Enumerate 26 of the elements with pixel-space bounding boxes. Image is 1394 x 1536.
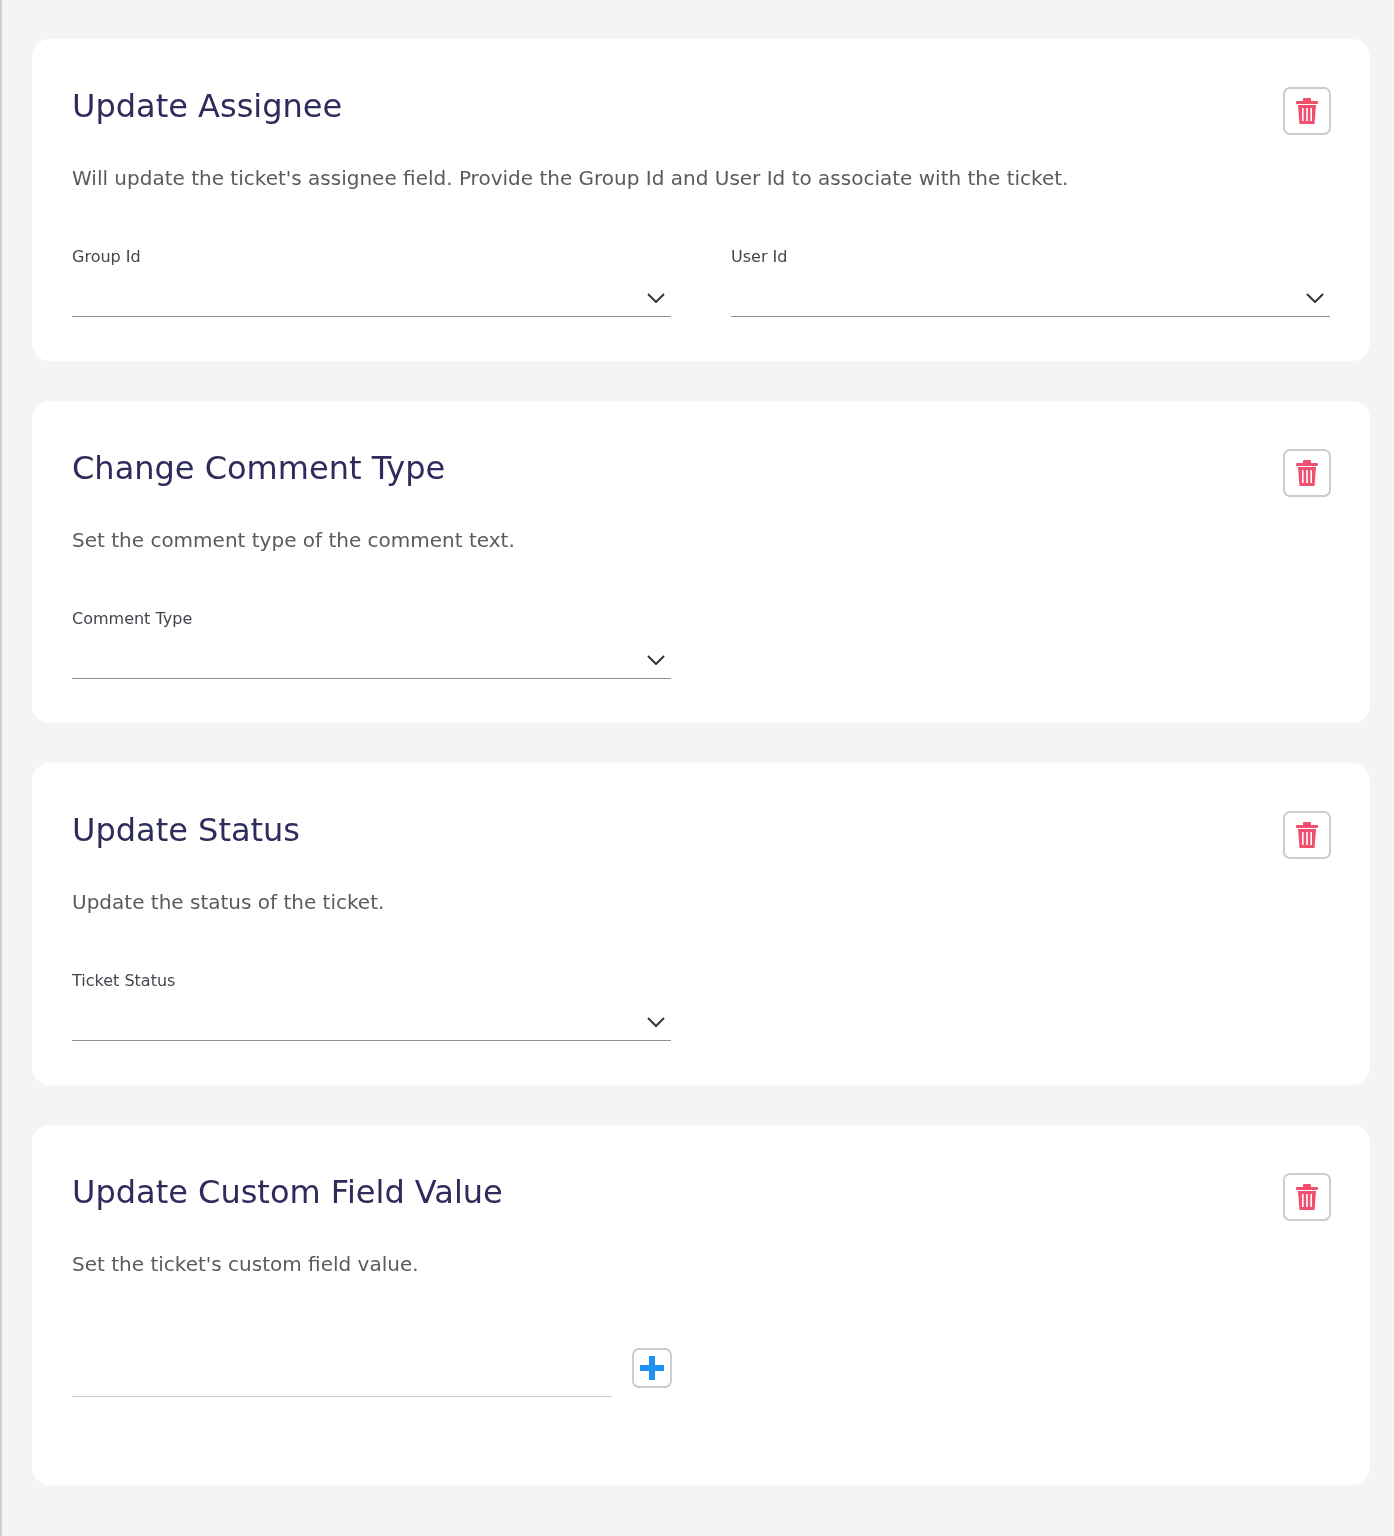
chevron-down-icon (1306, 292, 1324, 303)
field-label: User Id (731, 246, 789, 268)
card-title: Update Status (72, 811, 301, 850)
field-label: Comment Type (72, 608, 194, 630)
card-description: Set the ticket's custom field value. (72, 1251, 420, 1278)
card-title: Update Assignee (72, 87, 343, 126)
trash-icon (1296, 822, 1318, 848)
delete-button[interactable] (1283, 449, 1331, 497)
trash-icon (1296, 98, 1318, 124)
card-description: Will update the ticket's assignee field. Provide the Group Id and User Id to associate with the ticket. (72, 165, 1070, 192)
card-title: Update Custom Field Value (72, 1173, 503, 1212)
delete-button[interactable] (1283, 1173, 1331, 1221)
add-button[interactable] (632, 1348, 672, 1388)
card-description: Update the status of the ticket. (72, 889, 386, 916)
delete-button[interactable] (1283, 87, 1331, 135)
chevron-down-icon (647, 292, 665, 303)
field-label: Group Id (72, 246, 142, 268)
chevron-down-icon (647, 654, 665, 665)
card-title: Change Comment Type (72, 449, 446, 488)
delete-button[interactable] (1283, 811, 1331, 859)
chevron-down-icon (647, 1016, 665, 1027)
card-description: Set the comment type of the comment text. (72, 527, 516, 554)
trash-icon (1296, 460, 1318, 486)
trash-icon (1296, 1184, 1318, 1210)
plus-icon (640, 1356, 664, 1380)
field-label: Ticket Status (72, 970, 177, 992)
